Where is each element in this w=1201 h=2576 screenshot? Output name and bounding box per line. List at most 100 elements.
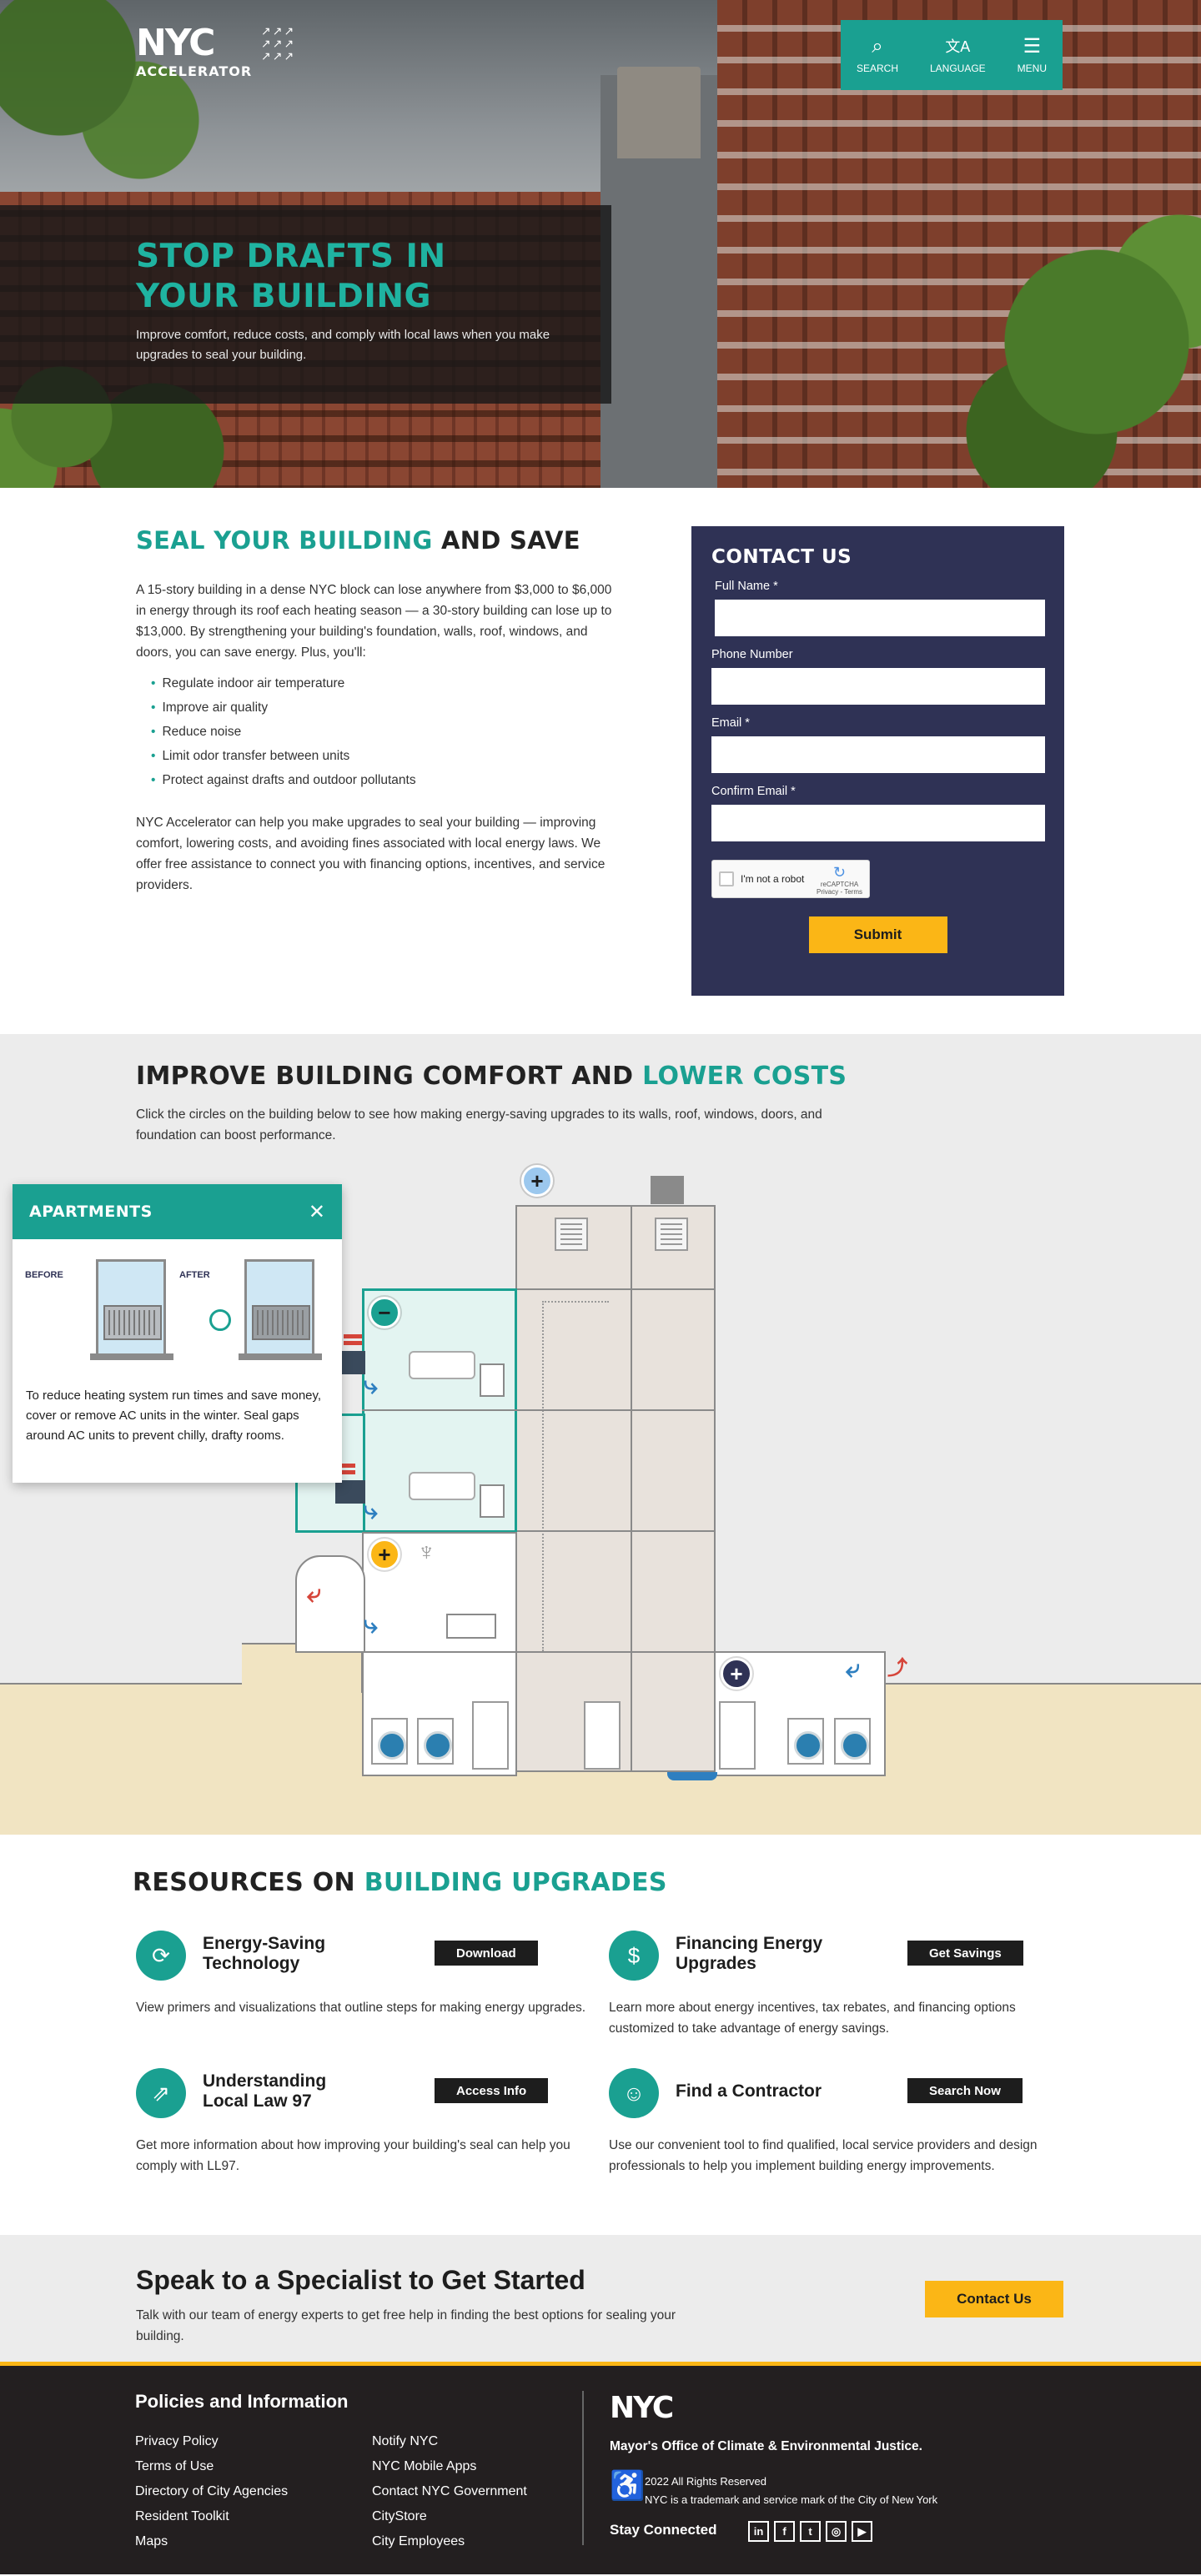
- table: [446, 1614, 496, 1639]
- youtube-icon[interactable]: ▶: [852, 2521, 872, 2542]
- phone-field[interactable]: [711, 668, 1045, 705]
- apartments-hotspot-button[interactable]: −: [369, 1297, 400, 1328]
- phone-label: Phone Number: [711, 648, 793, 661]
- confirm-email-field[interactable]: [711, 805, 1045, 841]
- footer-nyc-logo[interactable]: NYC: [610, 2391, 674, 2425]
- footer-office: Mayor's Office of Climate & Environmenta…: [610, 2439, 922, 2453]
- resource-description: Use our convenient tool to find qualifie…: [609, 2138, 1038, 2173]
- contact-us-button[interactable]: Contact Us: [925, 2281, 1063, 2317]
- pipe: [667, 1772, 717, 1780]
- nav-search-button[interactable]: ⌕ SEARCH: [856, 35, 898, 75]
- resource-title: Financing Energy Upgrades: [676, 1934, 823, 1973]
- footer-link[interactable]: Resident Toolkit: [135, 2504, 288, 2529]
- close-icon[interactable]: ✕: [309, 1200, 325, 1224]
- ac-unit: [335, 1480, 365, 1504]
- email-field[interactable]: [711, 736, 1045, 773]
- get-savings-button[interactable]: Get Savings: [907, 1941, 1023, 1966]
- logo-nyc-text: NYC: [136, 22, 215, 64]
- recaptcha-checkbox[interactable]: [719, 871, 734, 886]
- sofa: [409, 1351, 475, 1379]
- confirm-email-label: Confirm Email *: [711, 785, 796, 798]
- heat-loss-arrow: ⤶: [307, 1580, 321, 1608]
- air-flow-arrow: ⤷: [364, 1611, 378, 1639]
- ground-line: [886, 1683, 1201, 1685]
- footer-divider: [582, 2391, 584, 2545]
- recaptcha-label: I'm not a robot: [741, 873, 805, 885]
- radiator: [480, 1363, 505, 1397]
- resource-description: View primers and visualizations that out…: [136, 2001, 586, 2015]
- contact-title: CONTACT US: [711, 546, 852, 568]
- popup-header: APARTMENTS ✕: [13, 1184, 342, 1239]
- footer-link[interactable]: CityStore: [372, 2504, 527, 2529]
- list-item: Regulate indoor air temperature: [151, 671, 620, 695]
- exhaust-arrow: ⤴: [887, 1657, 907, 1680]
- nav-search-label: SEARCH: [856, 63, 898, 74]
- footer-link[interactable]: Terms of Use: [135, 2454, 288, 2479]
- nav-menu-label: MENU: [1017, 63, 1047, 74]
- financing-icon: $: [609, 1931, 659, 1981]
- nav-language-button[interactable]: 文A LANGUAGE: [930, 36, 986, 74]
- door: [472, 1701, 509, 1770]
- resource-title: Energy-Saving Technology: [203, 1934, 326, 1973]
- popup-title: APARTMENTS: [29, 1203, 153, 1221]
- email-label: Email *: [711, 716, 750, 730]
- before-label: BEFORE: [25, 1270, 63, 1280]
- resources-heading: RESOURCES ON BUILDING UPGRADES: [133, 1868, 667, 1897]
- roof-vent: [555, 1218, 588, 1251]
- lobby-hotspot-button[interactable]: +: [369, 1539, 400, 1570]
- access-info-button[interactable]: Access Info: [435, 2078, 549, 2103]
- footer-link[interactable]: Privacy Policy: [135, 2429, 288, 2454]
- linkedin-icon[interactable]: in: [748, 2521, 769, 2542]
- nav-menu-button[interactable]: ☰ MENU: [1017, 36, 1047, 75]
- list-item: Improve air quality: [151, 695, 620, 720]
- social-links: in f t ◎ ▶: [748, 2521, 872, 2542]
- cta-section: Speak to a Specialist to Get Started Tal…: [0, 2235, 1201, 2362]
- full-name-field[interactable]: [715, 600, 1045, 636]
- ac-unit: [340, 1351, 365, 1374]
- exhaust-arrow: ⤶: [846, 1655, 860, 1683]
- footer-link[interactable]: NYC Mobile Apps: [372, 2454, 527, 2479]
- washer: [417, 1718, 454, 1765]
- twitter-icon[interactable]: t: [800, 2521, 821, 2542]
- washer: [371, 1718, 408, 1765]
- seal-icon: [209, 1309, 231, 1331]
- facebook-icon[interactable]: f: [774, 2521, 795, 2542]
- roof-hotspot-button[interactable]: +: [521, 1165, 553, 1197]
- stairs: [542, 1301, 609, 1651]
- footer-link[interactable]: Notify NYC: [372, 2429, 527, 2454]
- improve-intro: Click the circles on the building below …: [136, 1107, 822, 1142]
- local-law-icon: ⇗: [136, 2068, 186, 2118]
- hero-water-tower-building: [600, 67, 717, 488]
- chandelier-icon: ♆: [417, 1539, 436, 1566]
- benefits-list: Regulate indoor air temperature Improve …: [151, 671, 620, 792]
- search-now-button[interactable]: Search Now: [907, 2078, 1023, 2103]
- door: [719, 1701, 756, 1770]
- footer-link[interactable]: City Employees: [372, 2529, 527, 2554]
- ground-line: [0, 1683, 242, 1685]
- seal-section: SEAL YOUR BUILDING AND SAVE A 15-story b…: [0, 488, 1201, 1034]
- list-item: Protect against drafts and outdoor pollu…: [151, 768, 620, 792]
- elevator-column: [631, 1205, 716, 1772]
- recaptcha-logo: ↻ reCAPTCHA Privacy - Terms: [817, 864, 862, 896]
- hero: NYC ↗↗↗ ↗↗↗ ↗↗↗ ACCELERATOR ⌕ SEARCH 文A LA…: [0, 0, 1201, 488]
- sofa: [409, 1472, 475, 1500]
- boiler: [787, 1718, 824, 1765]
- after-label: AFTER: [179, 1270, 210, 1280]
- basement-hotspot-button[interactable]: +: [721, 1658, 752, 1690]
- accessibility-icon: ♿: [610, 2470, 646, 2502]
- search-icon: ⌕: [872, 35, 883, 58]
- seal-heading: SEAL YOUR BUILDING AND SAVE: [136, 526, 580, 555]
- footer-link[interactable]: Directory of City Agencies: [135, 2479, 288, 2504]
- improve-heading: IMPROVE BUILDING COMFORT AND LOWER COSTS: [136, 1062, 847, 1091]
- translate-icon: 文A: [945, 38, 971, 55]
- instagram-icon[interactable]: ◎: [826, 2521, 847, 2542]
- footer-link[interactable]: Maps: [135, 2529, 288, 2554]
- cta-title: Speak to a Specialist to Get Started: [136, 2265, 585, 2295]
- submit-button[interactable]: Submit: [808, 916, 947, 953]
- download-button[interactable]: Download: [435, 1941, 538, 1966]
- resource-description: Learn more about energy incentives, tax …: [609, 2001, 1016, 2036]
- footer-copyright: 2022 All Rights Reserved NYC is a tradem…: [645, 2475, 938, 2506]
- footer-link[interactable]: Contact NYC Government: [372, 2479, 527, 2504]
- hero-trees: [959, 192, 1201, 488]
- nyc-accelerator-logo[interactable]: NYC ↗↗↗ ↗↗↗ ↗↗↗ ACCELERATOR: [136, 22, 294, 80]
